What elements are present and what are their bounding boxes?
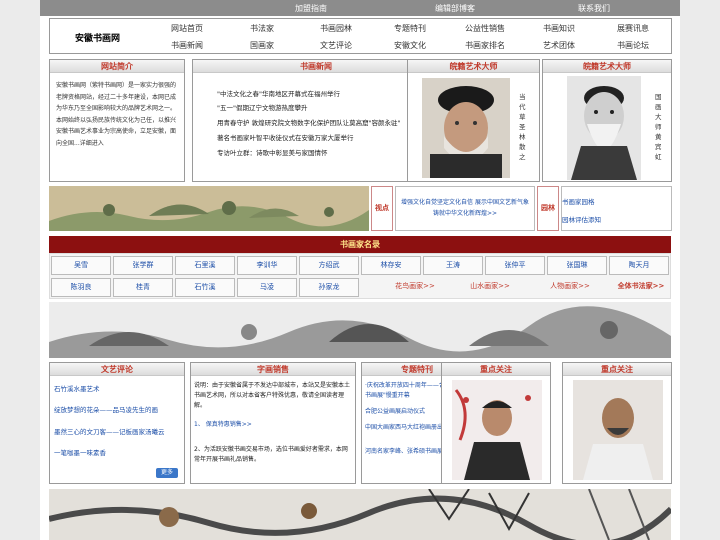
- master2-title: 皖籍艺术大师: [543, 60, 671, 73]
- review-item[interactable]: 墨然三心的文刀客——记板画家汤曦云: [54, 426, 182, 436]
- top-link-join[interactable]: 加盟指南: [295, 3, 327, 14]
- review-more-button[interactable]: 更多: [156, 468, 178, 478]
- famous-list-title: 书画家名录: [340, 240, 380, 249]
- category-flower-bird-link[interactable]: 花鸟画家>>: [380, 278, 450, 297]
- intro-panel: 网站简介 安徽书画网（紫特书画网）是一家实力很强的老牌资格网站，经过二十多年建设…: [49, 59, 185, 182]
- landscape-scroll-image[interactable]: [49, 186, 369, 231]
- artist-link[interactable]: 吴雪: [51, 256, 111, 275]
- review-item[interactable]: 一笔咖墨一味素香: [54, 447, 182, 457]
- artist-link[interactable]: 张学群: [113, 256, 173, 275]
- bottom-painting-image[interactable]: [49, 489, 671, 540]
- site-logo[interactable]: 安徽书画网: [75, 31, 120, 44]
- ink-wash-scroll-image[interactable]: [49, 302, 671, 358]
- focus2-portrait-image[interactable]: [573, 380, 663, 480]
- news-item[interactable]: 著名书画家叶智平收徒仪式在安徽万家大厦举行: [217, 132, 432, 142]
- garden-links: 书画家园格 园林评估添知: [561, 186, 672, 231]
- news-item[interactable]: 用青春守护 敦煌研究院文物数字化保护团队让莫高窟"容颜永驻": [217, 117, 432, 127]
- nav-home[interactable]: 网站首页: [171, 23, 203, 34]
- garden-link[interactable]: 园林评估添知: [562, 214, 601, 224]
- master2-caption: 国画大师黄宾虹: [655, 93, 662, 161]
- nav-ranking[interactable]: 书画家排名: [465, 40, 505, 51]
- site-header: 安徽书画网 网站首页 书法家 书画园林 专题特刊 公益性销售 书画知识 展赛讯息…: [49, 18, 672, 54]
- news-panel: 书画新闻 "中法文化之春"华南地区开幕式在福州举行 "五一"假期辽宁文物游热度攀…: [192, 59, 440, 182]
- intro-title: 网站简介: [50, 60, 184, 73]
- nav-reviews[interactable]: 文艺评论: [320, 40, 352, 51]
- artist-link[interactable]: 桂青: [113, 278, 173, 297]
- nav-art-groups[interactable]: 艺术团体: [543, 40, 575, 51]
- focus-panel-1: 重点关注: [441, 362, 551, 484]
- master-panel-2: 皖籍艺术大师 国画大师黄宾虹: [542, 59, 672, 182]
- artist-link[interactable]: 陈羽良: [51, 278, 111, 297]
- garden-link[interactable]: 书画家园格: [562, 196, 595, 206]
- focus-panel-2: 重点关注: [562, 362, 672, 484]
- artist-link[interactable]: 石里溪: [175, 256, 235, 275]
- famous-list-grid: 吴雪 张学群 石里溪 李训华 方绍武 林存安 王涛 张仲平 张国琳 陶天月 陈羽…: [49, 253, 671, 299]
- category-landscape-link[interactable]: 山水画家>>: [455, 278, 525, 297]
- sales-panel: 字画销售 说明：由于安徽省属于不发达中部城市，本站又是安徽本土书画艺术网，所以对…: [190, 362, 356, 484]
- focus2-title: 重点关注: [563, 363, 671, 376]
- news-item[interactable]: "五一"假期辽宁文物游热度攀升: [217, 102, 432, 112]
- review-item[interactable]: 石竹溪水墨艺术: [54, 383, 182, 393]
- artist-link[interactable]: 王涛: [423, 256, 483, 275]
- master1-title: 皖籍艺术大师: [408, 60, 539, 73]
- nav-knowledge[interactable]: 书画知识: [543, 23, 575, 34]
- review-title: 文艺评论: [50, 363, 184, 376]
- artist-link[interactable]: 张仲平: [485, 256, 545, 275]
- viewpoint-label-box: 视点: [371, 186, 393, 231]
- nav-exhibitions[interactable]: 展赛讯息: [617, 23, 649, 34]
- sales-desc: 2、为活跃安徽书画交易市场，选位书画爱好者需求，本网常年开展书画礼品销售。: [194, 446, 348, 463]
- master1-portrait-image[interactable]: [422, 78, 510, 178]
- nav-calligraphers[interactable]: 书法家: [250, 23, 274, 34]
- nav-news[interactable]: 书画新闻: [171, 40, 203, 51]
- master1-caption: 当代草圣林散之: [519, 93, 526, 161]
- nav-forum[interactable]: 书画论坛: [617, 40, 649, 51]
- artist-link[interactable]: 石竹溪: [175, 278, 235, 297]
- news-title: 书画新闻: [193, 60, 439, 73]
- nav-special[interactable]: 专题特刊: [394, 23, 426, 34]
- garden-label-box: 园林: [537, 186, 559, 231]
- nav-painters[interactable]: 国画家: [250, 40, 274, 51]
- artist-link[interactable]: 孙家龙: [299, 278, 359, 297]
- nav-gardens[interactable]: 书画园林: [320, 23, 352, 34]
- top-bar: 加盟指南 编辑部博客 联系我们: [40, 0, 680, 16]
- nav-charity-sales[interactable]: 公益性销售: [465, 23, 505, 34]
- artist-link[interactable]: 方绍武: [299, 256, 359, 275]
- master-panel-1: 皖籍艺术大师 当代草圣林散之: [407, 59, 540, 182]
- sales-link[interactable]: 1、 保真特惠销售>>: [194, 419, 252, 428]
- news-item[interactable]: "中法文化之春"华南地区开幕式在福州举行: [217, 88, 432, 98]
- category-figure-link[interactable]: 人物画家>>: [535, 278, 605, 297]
- category-all-link[interactable]: 全体书法家>>: [610, 278, 672, 297]
- news-item[interactable]: 专访叶立群：诗歌中彰显美与家国情怀: [217, 147, 432, 157]
- intro-text: 安徽书画网（紫特书画网）是一家实力很强的老牌资格网站，经过二十多年建设，本网已成…: [56, 82, 177, 147]
- top-link-contact[interactable]: 联系我们: [578, 3, 610, 14]
- master2-portrait-image[interactable]: [567, 76, 641, 180]
- viewpoint-label: 视点: [375, 204, 389, 212]
- nav-anhui-culture[interactable]: 安徽文化: [394, 40, 426, 51]
- artist-link[interactable]: 林存安: [361, 256, 421, 275]
- artist-link[interactable]: 马凌: [237, 278, 297, 297]
- sales-title: 字画销售: [191, 363, 355, 376]
- garden-label: 园林: [541, 204, 555, 212]
- viewpoint-link[interactable]: 增强文化自觉坚定文化自信 展示中国文艺新气象 铸就中华文化新辉煌>>: [395, 186, 535, 231]
- focus1-title: 重点关注: [442, 363, 550, 376]
- page: 加盟指南 编辑部博客 联系我们 安徽书画网 网站首页 书法家 书画园林 专题特刊…: [40, 0, 680, 540]
- focus1-portrait-image[interactable]: [452, 380, 542, 480]
- review-panel: 文艺评论 石竹溪水墨艺术 绽放梦想的花朵——品马凌先生的画 墨然三心的文刀客——…: [49, 362, 185, 484]
- top-link-blog[interactable]: 编辑部博客: [435, 3, 475, 14]
- artist-link[interactable]: 李训华: [237, 256, 297, 275]
- famous-list-banner: 书画家名录: [49, 236, 671, 253]
- artist-link[interactable]: 陶天月: [609, 256, 669, 275]
- sales-note: 说明：由于安徽省属于不发达中部城市，本站又是安徽本土书画艺术网，所以对本省客户特…: [194, 382, 351, 409]
- artist-link[interactable]: 张国琳: [547, 256, 607, 275]
- review-item[interactable]: 绽放梦想的花朵——品马凌先生的画: [54, 404, 182, 414]
